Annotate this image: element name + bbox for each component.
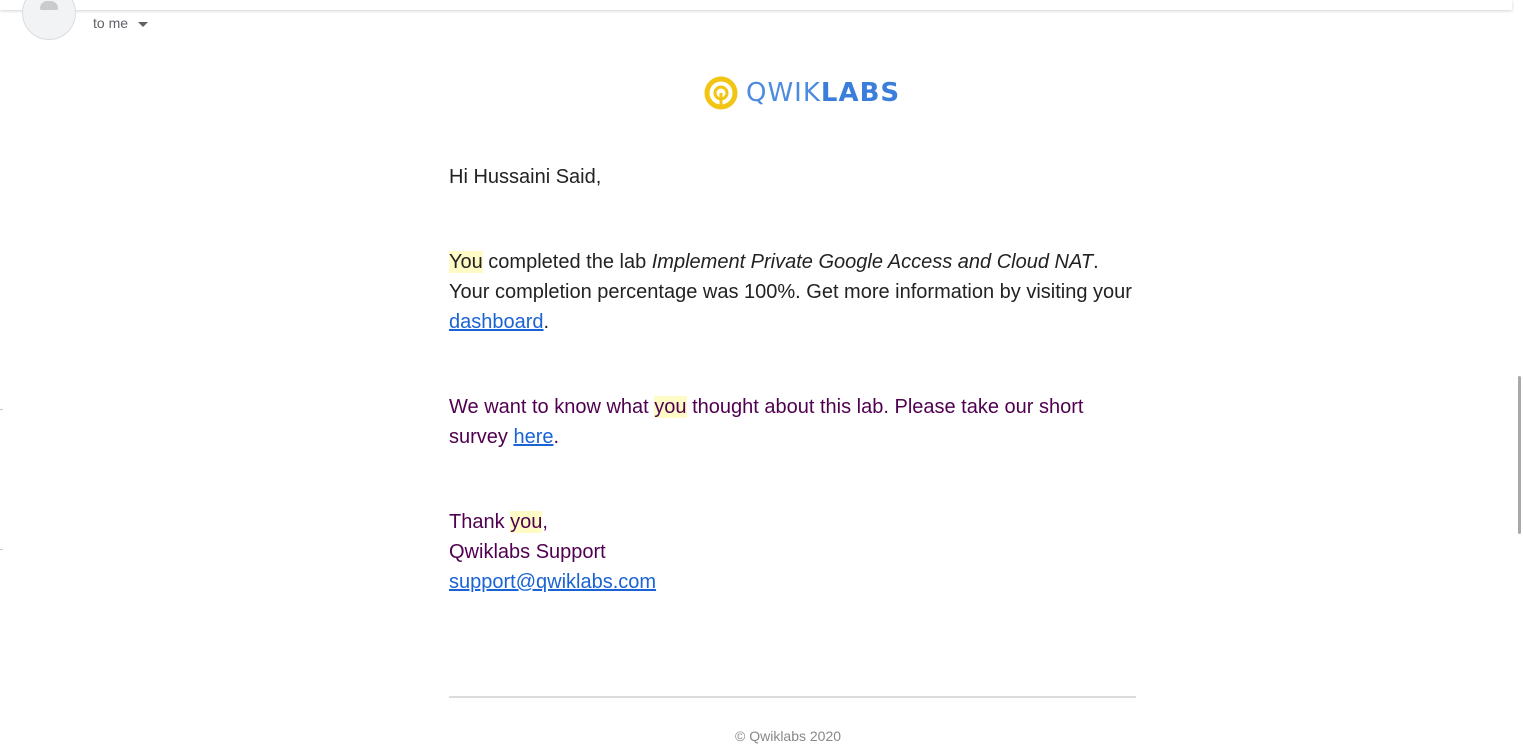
signoff-team: Qwiklabs Support <box>449 541 606 563</box>
logo-text-bold: LABS <box>820 78 901 108</box>
scrollbar-thumb[interactable] <box>1518 376 1521 534</box>
logo-text-light: QWIK <box>746 78 821 108</box>
chevron-down-icon[interactable] <box>138 21 149 27</box>
footer-divider <box>449 696 1136 698</box>
recipient-label: to me <box>93 15 129 31</box>
greeting: Hi Hussaini Said, <box>449 166 602 188</box>
search-highlight-2: you <box>654 396 687 418</box>
survey-paragraph: We want to know what you thought about t… <box>449 392 1139 452</box>
message-header-bar <box>0 0 1512 10</box>
survey-end: . <box>553 426 560 448</box>
survey-text: We want to know what <box>449 396 655 418</box>
search-highlight-3: you <box>510 511 543 533</box>
lab-name: Implement Private Google Access and Clou… <box>651 251 1094 273</box>
person-icon <box>40 1 58 10</box>
edge-marker <box>0 549 3 550</box>
signoff-comma: , <box>542 511 548 533</box>
support-email-link[interactable]: support@qwiklabs.com <box>449 571 656 593</box>
qwiklabs-logo-icon <box>704 76 738 110</box>
edge-marker <box>0 409 3 410</box>
survey-link[interactable]: here <box>513 426 553 448</box>
signoff: Thank you, Qwiklabs Support support@qwikla… <box>449 507 656 597</box>
dashboard-link[interactable]: dashboard <box>449 311 544 333</box>
sender-avatar[interactable] <box>22 0 76 40</box>
qwiklabs-logo: QWIKLABS <box>704 76 900 110</box>
completion-end: . <box>543 311 550 333</box>
completion-paragraph: You completed the lab Implement Private … <box>449 247 1139 337</box>
recipient-details-toggle[interactable]: to me <box>93 15 149 31</box>
signoff-thank: Thank <box>449 511 511 533</box>
footer-copyright: © Qwiklabs 2020 <box>735 728 842 744</box>
logo-wordmark: QWIKLABS <box>746 78 900 108</box>
search-highlight: You <box>449 251 483 273</box>
completion-text: completed the lab <box>482 251 652 273</box>
